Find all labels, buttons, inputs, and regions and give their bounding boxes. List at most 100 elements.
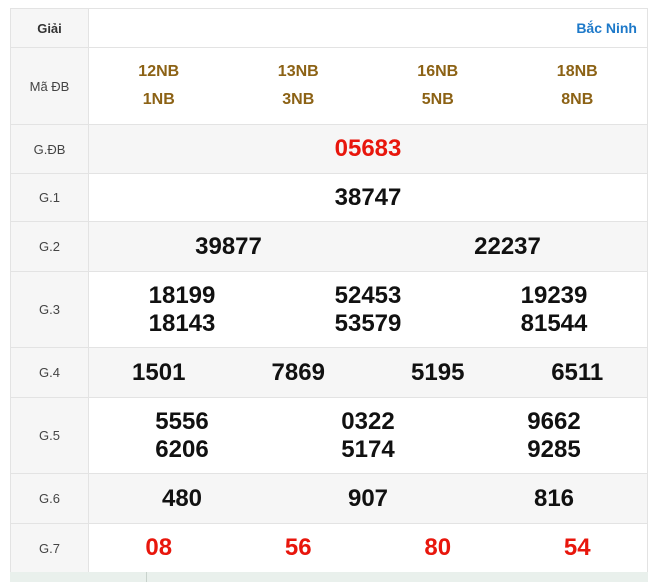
prize-column: 5195 — [368, 359, 508, 387]
prize-values-grid: 18199 18143 52453 53579 19239 81544 — [89, 282, 647, 338]
prize-values-grid: 480 907 816 — [89, 485, 647, 513]
prize-label: G.1 — [10, 173, 89, 222]
prize-number: 80 — [424, 534, 452, 561]
prize-number: 907 — [347, 484, 389, 512]
prize-column: 18199 18143 — [89, 282, 275, 338]
prize-number: 5195 — [411, 358, 465, 386]
prize-column: 56 — [229, 534, 369, 562]
prize-number: 816 — [533, 484, 575, 512]
prize-column: 9662 9285 — [461, 408, 647, 464]
prize-number: 52453 — [334, 281, 402, 309]
prize-values: 18199 18143 52453 53579 19239 81544 — [88, 271, 648, 348]
prize-row: G.ĐB 05683 — [10, 124, 648, 174]
special-code: 5NB — [421, 91, 454, 108]
prize-number: 56 — [284, 534, 312, 561]
prize-column: 08 — [89, 534, 229, 562]
prize-number: 7869 — [271, 358, 325, 386]
prize-number: 6206 — [155, 435, 209, 463]
special-code: 1NB — [142, 91, 175, 108]
special-code: 12NB — [138, 63, 180, 80]
prize-column: 0322 5174 — [275, 408, 461, 464]
prize-row: G.3 18199 18143 52453 53579 19239 81544 — [10, 271, 648, 348]
prize-row: G.4 1501 7869 5195 6511 — [10, 347, 648, 398]
special-code-column: 13NB 3NB — [229, 58, 369, 114]
prize-number: 08 — [145, 534, 173, 561]
prize-values: 1501 7869 5195 6511 — [88, 347, 648, 398]
prize-number: 9285 — [527, 435, 581, 463]
prize-number: 6511 — [551, 358, 604, 386]
special-code-grid: 12NB 1NB 13NB 3NB 16NB 5NB 18NB 8NB — [89, 58, 647, 114]
prize-values-grid: 5556 6206 0322 5174 9662 9285 — [89, 408, 647, 464]
prize-values-grid: 1501 7869 5195 6511 — [89, 359, 647, 387]
prize-row: G.6 480 907 816 — [10, 473, 648, 524]
special-code-label: Mã ĐB — [10, 47, 89, 125]
prize-column: 80 — [368, 534, 508, 562]
prize-number: 53579 — [334, 309, 402, 337]
prize-label: G.3 — [10, 271, 89, 348]
footer-strip — [10, 572, 648, 582]
prize-row: G.1 38747 — [10, 173, 648, 222]
prize-column: 1501 — [89, 359, 229, 387]
prize-number: 0322 — [341, 407, 395, 435]
prize-values: 08 56 80 54 — [88, 523, 648, 573]
prize-values-grid: 38747 — [89, 184, 647, 212]
prize-column: 5556 6206 — [89, 408, 275, 464]
province-name[interactable]: Bắc Ninh — [88, 8, 648, 48]
prize-column: 6511 — [508, 359, 648, 387]
prize-label: G.7 — [10, 523, 89, 573]
prize-label: G.2 — [10, 221, 89, 272]
header-row: Giải Bắc Ninh — [10, 8, 648, 48]
prize-number: 05683 — [334, 135, 402, 162]
prize-values-grid: 05683 — [89, 135, 647, 163]
prize-number: 5174 — [341, 435, 395, 463]
prize-row: G.5 5556 6206 0322 5174 9662 9285 — [10, 397, 648, 474]
prize-number: 5556 — [155, 407, 209, 435]
special-code-column: 12NB 1NB — [89, 58, 229, 114]
special-code: 8NB — [561, 91, 594, 108]
prize-values-grid: 39877 22237 — [89, 233, 647, 261]
prize-values-grid: 08 56 80 54 — [89, 534, 647, 562]
prize-column: 19239 81544 — [461, 282, 647, 338]
prize-column: 38747 — [89, 184, 647, 212]
prize-column: 816 — [461, 485, 647, 513]
prize-label: G.6 — [10, 473, 89, 524]
prize-values: 5556 6206 0322 5174 9662 9285 — [88, 397, 648, 474]
special-code-column: 18NB 8NB — [508, 58, 648, 114]
footer-divider — [146, 572, 147, 582]
prize-column: 54 — [508, 534, 648, 562]
prize-values: 480 907 816 — [88, 473, 648, 524]
special-code-row: Mã ĐB 12NB 1NB 13NB 3NB 16NB 5NB 18NB 8N… — [10, 47, 648, 125]
special-code: 13NB — [277, 63, 319, 80]
prize-number: 480 — [161, 484, 203, 512]
prize-label: G.4 — [10, 347, 89, 398]
prize-column: 05683 — [89, 135, 647, 163]
prize-number: 18143 — [148, 309, 216, 337]
prize-values: 39877 22237 — [88, 221, 648, 272]
special-code: 16NB — [417, 63, 459, 80]
prize-column: 480 — [89, 485, 275, 513]
prize-number: 18199 — [148, 281, 216, 309]
prize-number: 39877 — [195, 232, 262, 260]
prize-number: 19239 — [520, 281, 588, 309]
special-code: 18NB — [556, 63, 598, 80]
prize-column: 7869 — [229, 359, 369, 387]
prize-column: 22237 — [368, 233, 647, 261]
special-code: 3NB — [282, 91, 315, 108]
prize-row: G.7 08 56 80 54 — [10, 523, 648, 573]
header-prize-label: Giải — [10, 8, 89, 48]
prize-row: G.2 39877 22237 — [10, 221, 648, 272]
prize-number: 9662 — [527, 407, 581, 435]
special-code-column: 16NB 5NB — [368, 58, 508, 114]
prize-label: G.5 — [10, 397, 89, 474]
prize-column: 52453 53579 — [275, 282, 461, 338]
prize-number: 38747 — [334, 183, 402, 211]
prize-number: 1501 — [132, 358, 186, 386]
prize-label: G.ĐB — [10, 124, 89, 174]
prize-column: 907 — [275, 485, 461, 513]
results-table-body: Giải Bắc Ninh Mã ĐB 12NB 1NB 13NB 3NB 16… — [10, 8, 648, 573]
prize-values: 38747 — [88, 173, 648, 222]
results-table: Giải Bắc Ninh Mã ĐB 12NB 1NB 13NB 3NB 16… — [10, 8, 648, 573]
prize-number: 54 — [563, 534, 591, 561]
prize-number: 22237 — [474, 232, 541, 260]
prize-values: 05683 — [88, 124, 648, 174]
